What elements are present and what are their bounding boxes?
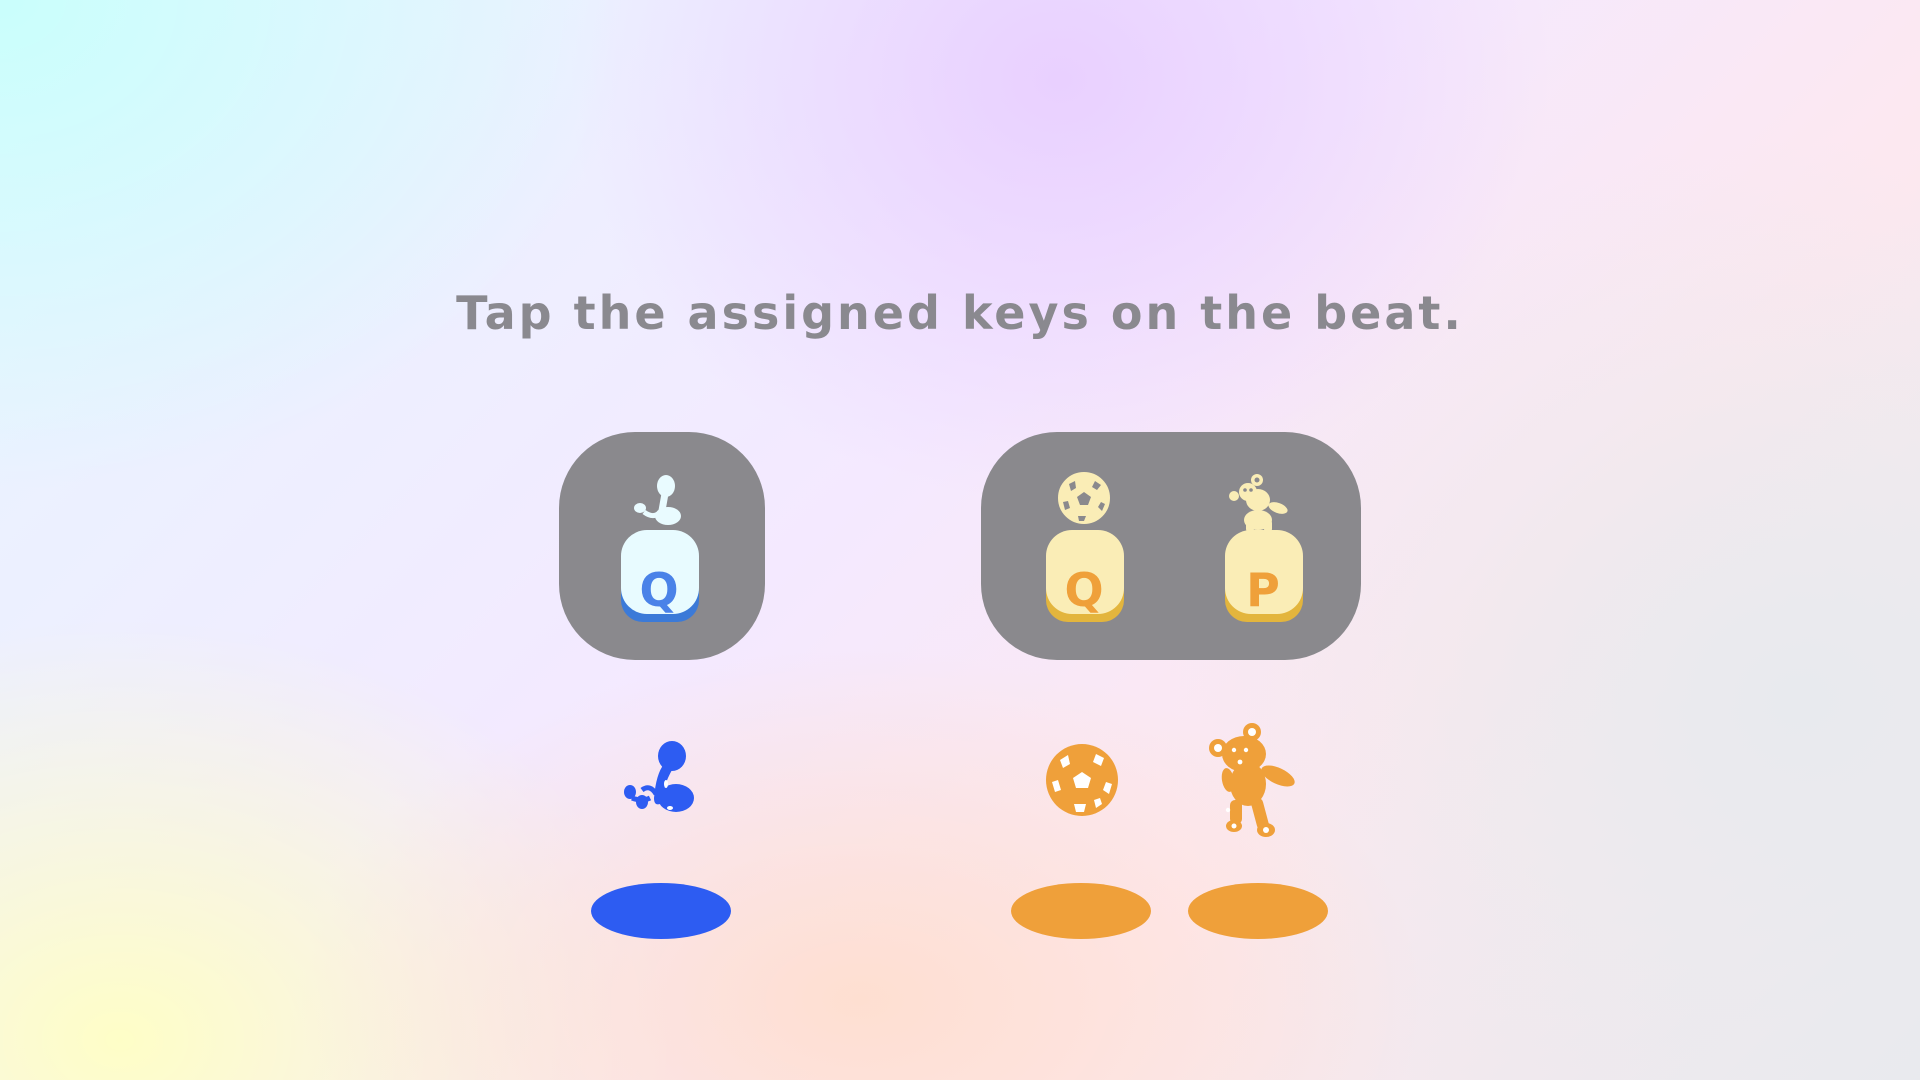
key-panel-left: Q (559, 432, 765, 660)
key-panel-right: Q P (981, 432, 1361, 660)
key-label-p: P (1246, 563, 1280, 617)
key-q-orange[interactable]: Q (1045, 472, 1135, 622)
key-q-blue[interactable]: Q (620, 472, 710, 622)
maracas-icon (624, 741, 694, 812)
key-label-q-left: Q (639, 563, 679, 617)
maracas-character (620, 740, 710, 824)
teddy-bear-character (1204, 722, 1304, 844)
soccer-ball-icon (1046, 744, 1118, 816)
beat-pad-blue[interactable] (591, 883, 731, 939)
beat-pad-orange-right[interactable] (1188, 883, 1328, 939)
beat-pad-orange-left[interactable] (1011, 883, 1151, 939)
teddy-bear-icon (1209, 723, 1295, 837)
key-p-orange[interactable]: P (1224, 472, 1314, 622)
instruction-text: Tap the assigned keys on the beat. (456, 286, 1464, 340)
soccer-ball-character (1044, 742, 1120, 822)
key-label-q-right: Q (1064, 563, 1104, 617)
